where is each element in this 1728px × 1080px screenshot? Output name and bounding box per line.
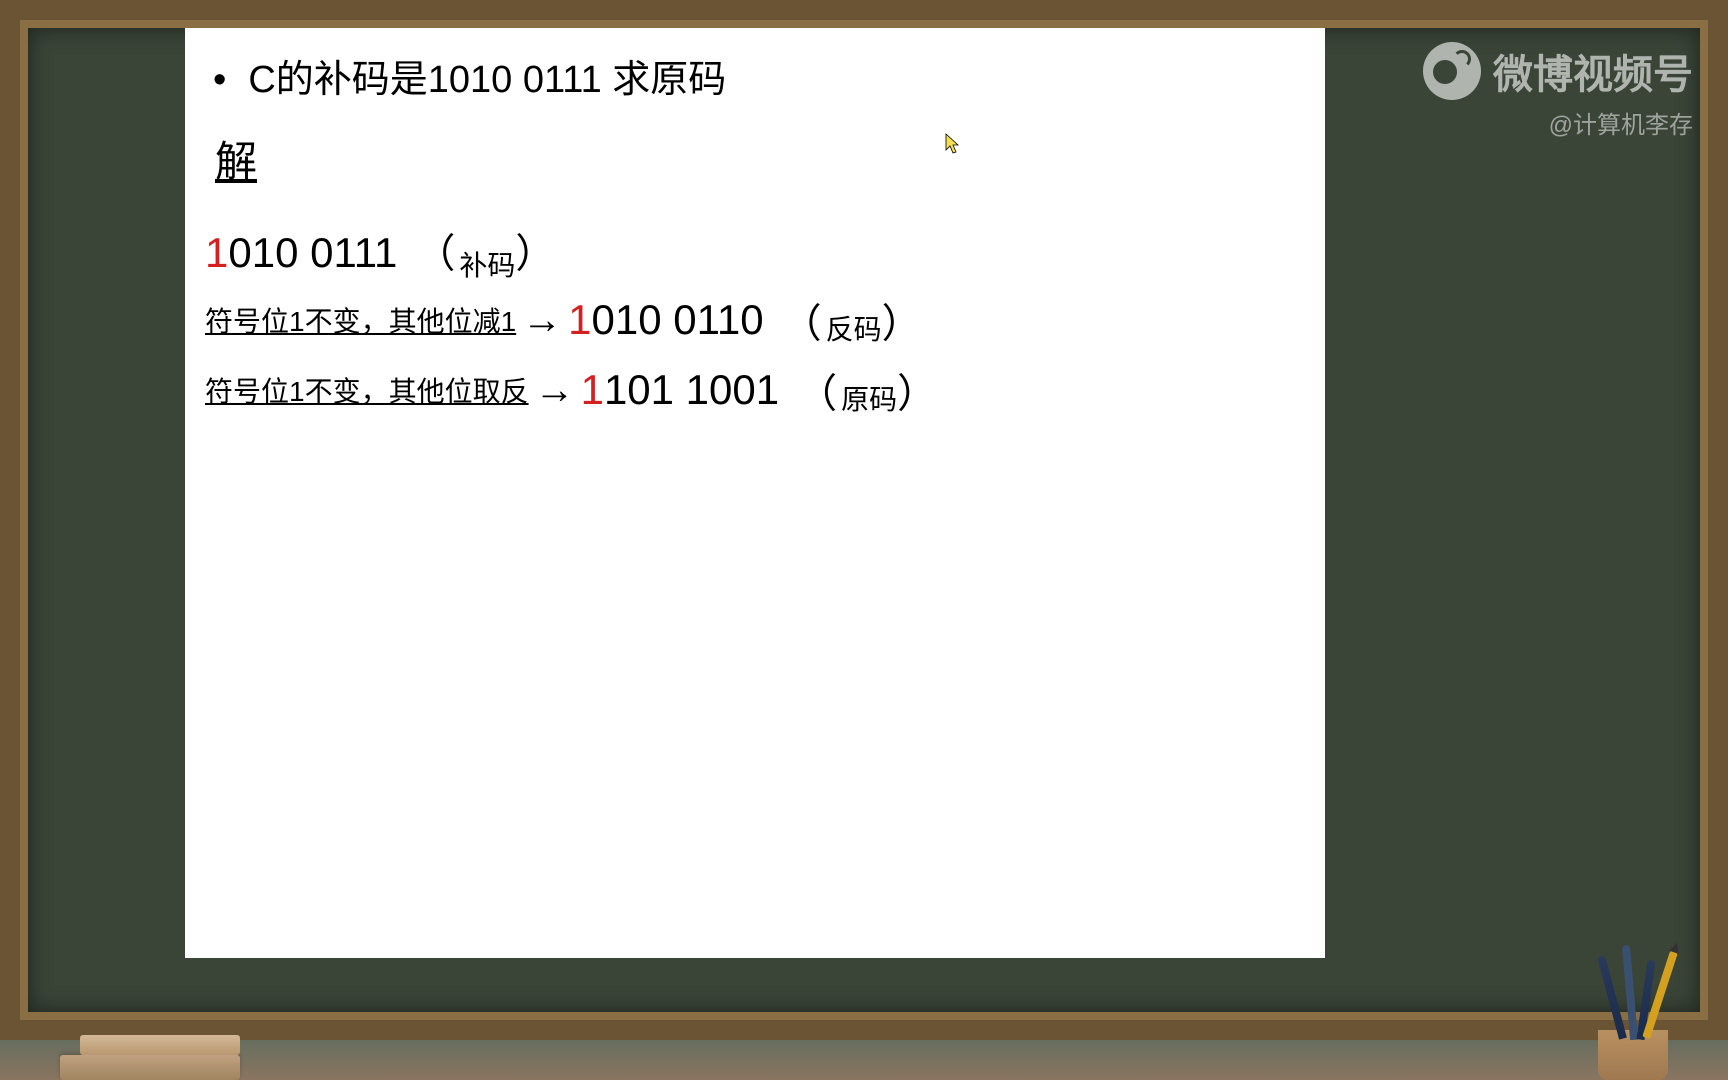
- arrow-icon: →: [535, 368, 575, 413]
- weibo-icon: [1423, 42, 1481, 100]
- paren-open: （: [797, 361, 837, 419]
- question-line: • C的补码是1010 0111 求原码: [195, 48, 1315, 103]
- weibo-watermark: 微博视频号: [1423, 42, 1693, 100]
- binary-rest: 010 0111: [228, 229, 397, 277]
- slide-content: • C的补码是1010 0111 求原码 解 1 010 0111 （ 补码 ）…: [185, 28, 1325, 958]
- solution-label: 解: [205, 128, 257, 189]
- paren-close: ）: [515, 221, 555, 279]
- paren-close: ）: [882, 291, 922, 349]
- desk-items: [1598, 1030, 1668, 1080]
- watermark-text: 微博视频号: [1493, 42, 1693, 100]
- book-prop-2: [80, 1035, 240, 1055]
- code-type-inverse: 反码: [826, 308, 882, 348]
- paren-close: ）: [897, 361, 937, 419]
- paren-open: （: [415, 221, 455, 279]
- inverse-code-line: 符号位1不变，其他位减1 → 1 010 0110 （ 反码 ）: [205, 291, 1315, 349]
- account-name: @计算机李存: [1549, 105, 1693, 140]
- sign-bit: 1: [205, 229, 228, 277]
- sign-bit: 1: [581, 366, 604, 414]
- book-prop: [60, 1055, 240, 1080]
- original-code-line: 符号位1不变，其他位取反 → 1 101 1001 （ 原码 ）: [205, 361, 1315, 419]
- bullet-icon: •: [213, 59, 226, 102]
- binary-rest: 101 1001: [604, 366, 779, 414]
- code-type-original: 原码: [841, 378, 897, 418]
- sign-bit: 1: [568, 296, 591, 344]
- arrow-icon: →: [522, 298, 562, 343]
- complement-code-line: 1 010 0111 （ 补码 ）: [205, 221, 1315, 279]
- binary-rest: 010 0110: [592, 296, 764, 344]
- paren-open: （: [782, 291, 822, 349]
- question-text: C的补码是1010 0111 求原码: [248, 48, 726, 103]
- code-type-complement: 补码: [459, 244, 515, 284]
- pen-cup: [1598, 1030, 1668, 1080]
- step-explanation-2: 符号位1不变，其他位取反: [205, 370, 529, 410]
- step-explanation-1: 符号位1不变，其他位减1: [205, 300, 516, 340]
